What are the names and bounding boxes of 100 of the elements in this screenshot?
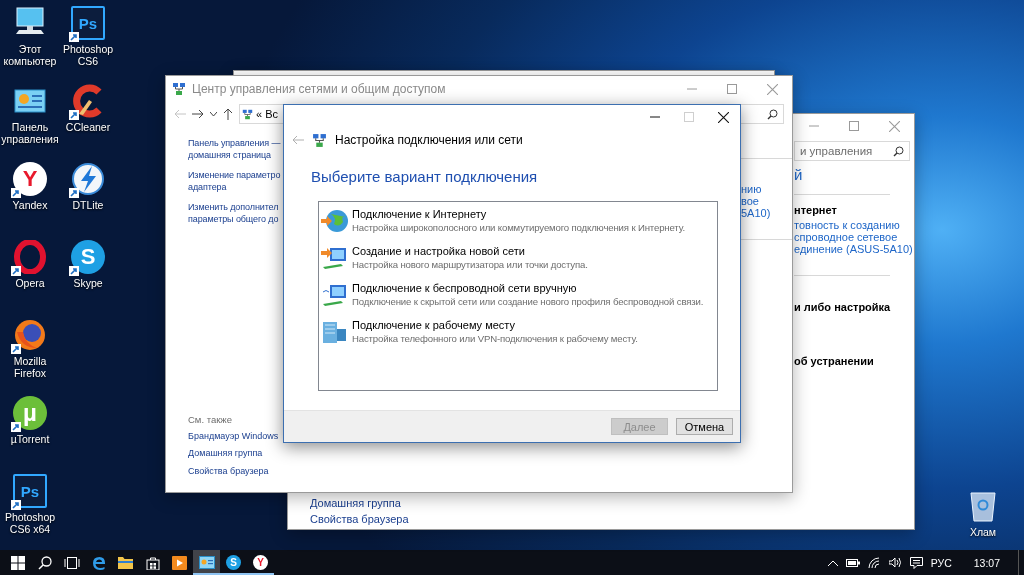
shortcut-arrow-icon xyxy=(11,344,21,354)
text: об устранении xyxy=(794,354,875,368)
sidebar-link[interactable]: Свойства браузера xyxy=(310,511,794,527)
desktop-icon-label[interactable]: Photoshop CS6 xyxy=(59,43,117,67)
shortcut-arrow-icon xyxy=(69,188,79,198)
speaker-icon[interactable] xyxy=(888,557,902,568)
language-indicator[interactable]: РУС xyxy=(930,556,952,569)
yandex-logo-icon: Y xyxy=(253,555,268,570)
see-also-heading: См. также xyxy=(188,412,233,427)
dialog-heading: Выберите вариант подключения xyxy=(311,168,539,185)
sidebar-link[interactable]: Свойства браузера xyxy=(188,462,284,480)
shortcut-arrow-icon xyxy=(69,266,79,276)
windows-logo-icon xyxy=(10,555,25,570)
desktop-icon-label[interactable]: Панель управления xyxy=(1,121,59,145)
media-player-icon xyxy=(172,555,187,570)
wireless-computer-icon xyxy=(321,282,349,308)
notification-icon[interactable] xyxy=(909,556,923,569)
close-icon xyxy=(766,83,778,95)
cancel-button[interactable]: Отмена xyxy=(676,418,733,435)
task-view-icon xyxy=(63,556,80,569)
shortcut-arrow-icon xyxy=(11,500,21,510)
link[interactable]: 5A10) xyxy=(741,207,792,219)
option-title[interactable]: Подключение к Интернету xyxy=(352,208,685,221)
globe-icon xyxy=(321,208,349,234)
network-icon xyxy=(242,108,253,120)
search-icon xyxy=(767,108,778,120)
text: нтернет xyxy=(794,203,838,217)
maximize-icon xyxy=(684,112,694,122)
option-description: Подключение к скрытой сети или создание нового профиля беспроводной связи. xyxy=(352,295,704,308)
network-setup-icon xyxy=(321,245,349,271)
text: и либо настройка xyxy=(794,300,892,314)
desktop-icon-label[interactable]: Opera xyxy=(1,277,59,289)
chevron-up-icon[interactable] xyxy=(827,559,838,566)
shortcut-arrow-icon xyxy=(11,422,21,432)
skype-logo-icon: S xyxy=(226,555,241,570)
desktop-icon-label[interactable]: µTorrent xyxy=(1,433,59,445)
search-field[interactable]: и управления xyxy=(794,141,910,161)
breadcrumb-chevron[interactable]: « xyxy=(256,108,263,120)
breadcrumb[interactable]: Вс xyxy=(265,108,278,120)
close-icon xyxy=(717,111,729,123)
link[interactable]: нию xyxy=(741,183,792,195)
search-icon xyxy=(37,555,52,570)
link[interactable]: вое xyxy=(741,195,792,207)
link[interactable]: товность к созданию xyxy=(794,219,913,231)
close-icon xyxy=(888,120,900,132)
folder-icon xyxy=(118,556,133,569)
shopping-bag-icon xyxy=(145,555,160,570)
clock[interactable]: 13:07 xyxy=(973,556,1000,569)
skype-logo-icon: S xyxy=(71,240,105,274)
sidebar-link[interactable]: Изменить дополнител параметры общего до xyxy=(188,201,284,225)
desktop-icon-label[interactable]: Photoshop CS6 x64 xyxy=(1,511,59,535)
section-heading: й xyxy=(794,165,804,185)
maximize-icon xyxy=(727,84,737,94)
option-description: Настройка широкополосного или коммутируемого подключения к Интернету. xyxy=(352,221,685,234)
back-arrow-icon xyxy=(174,109,186,119)
maximize-icon xyxy=(849,121,859,131)
sidebar-link[interactable]: Домашняя группа xyxy=(188,445,284,463)
sidebar-link[interactable]: Изменение параметро адаптера xyxy=(188,169,284,193)
desktop-icon-label[interactable]: Хлам xyxy=(954,526,1012,538)
shortcut-arrow-icon xyxy=(11,188,21,198)
desktop-icon-label[interactable]: CCleaner xyxy=(59,121,117,133)
office-building-icon xyxy=(321,319,349,345)
back-arrow-icon xyxy=(292,135,304,145)
option-description: Настройка нового маршрутизатора или точки доступа. xyxy=(352,258,588,271)
edge-logo-icon xyxy=(91,555,106,570)
sidebar-link[interactable]: Брандмауэр Windows xyxy=(188,427,284,445)
history-dropdown-button[interactable] xyxy=(210,111,217,117)
network-icon xyxy=(172,82,186,96)
taskbar-button[interactable]: Y xyxy=(247,550,274,575)
network-icon xyxy=(312,132,327,148)
utorrent-logo-icon: µ xyxy=(13,396,47,430)
sidebar-link[interactable]: Панель управления — домашняя страница xyxy=(188,137,284,161)
forward-arrow-icon xyxy=(192,109,204,119)
sidebar-link[interactable]: Домашняя группа xyxy=(310,495,794,511)
control-panel-icon xyxy=(198,556,215,569)
shortcut-arrow-icon xyxy=(69,32,79,42)
forward-button[interactable] xyxy=(192,109,204,119)
battery-icon[interactable] xyxy=(845,558,860,567)
search-icon xyxy=(893,145,904,157)
photoshop-logo-icon: Ps xyxy=(71,6,105,40)
up-button[interactable] xyxy=(223,108,233,120)
desktop-icon-label[interactable]: Mozilla Firefox xyxy=(1,355,59,379)
option-description: Настройка телефонного или VPN-подключения к рабочему месту. xyxy=(352,332,638,345)
desktop-icon-label[interactable]: DTLite xyxy=(59,199,117,211)
option-title[interactable]: Подключение к рабочему месту xyxy=(352,319,638,332)
caret-icon xyxy=(210,111,217,117)
option-title[interactable]: Создание и настройка новой сети xyxy=(352,245,588,258)
option-title[interactable]: Подключение к беспроводной сети вручную xyxy=(352,282,704,295)
yandex-logo-icon: Y xyxy=(13,162,47,196)
recycle-bin-icon xyxy=(970,490,996,522)
dialog-title: Настройка подключения или сети xyxy=(335,133,523,147)
shortcut-arrow-icon xyxy=(69,110,79,120)
wifi-icon[interactable] xyxy=(867,557,881,568)
desktop-icon-label[interactable]: Yandex xyxy=(1,199,59,211)
up-arrow-icon xyxy=(223,108,233,120)
taskbar-button[interactable] xyxy=(193,550,220,575)
link[interactable]: спроводное сетевое xyxy=(794,231,913,243)
desktop-icon-label[interactable]: Skype xyxy=(59,277,117,289)
link[interactable]: единение (ASUS-5A10) xyxy=(794,243,913,255)
desktop-icon-label[interactable]: Этот компьютер xyxy=(1,43,59,67)
